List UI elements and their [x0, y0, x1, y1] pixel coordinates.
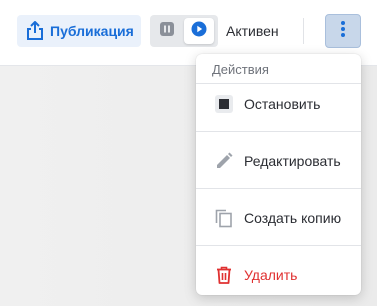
pause-button[interactable]	[156, 21, 178, 41]
menu-item-copy[interactable]: Создать копию	[196, 198, 361, 238]
menu-item-edit[interactable]: Редактировать	[196, 141, 361, 181]
actions-menu: Действия Остановить Редактировать Создат…	[196, 54, 361, 295]
play-button[interactable]	[184, 18, 214, 44]
toolbar-divider	[303, 18, 304, 44]
publish-label: Публикация	[50, 23, 134, 39]
trash-icon	[214, 265, 234, 285]
page: Публикация Активен Действия Остановить Р…	[0, 0, 377, 306]
menu-divider	[196, 245, 361, 246]
menu-item-delete[interactable]: Удалить	[196, 255, 361, 295]
menu-item-label: Остановить	[244, 96, 321, 112]
more-actions-button[interactable]	[325, 14, 361, 48]
menu-divider	[196, 131, 361, 132]
share-upload-icon	[26, 21, 44, 41]
menu-divider	[196, 188, 361, 189]
pause-icon	[159, 21, 175, 42]
copy-icon	[214, 208, 234, 228]
pencil-icon	[214, 151, 234, 171]
menu-item-label: Создать копию	[244, 210, 342, 226]
play-icon	[191, 21, 207, 42]
menu-item-label: Удалить	[244, 267, 298, 283]
publish-button[interactable]: Публикация	[17, 15, 141, 47]
status-label: Активен	[226, 23, 279, 39]
vertical-dots-icon	[340, 20, 346, 43]
menu-item-label: Редактировать	[244, 153, 341, 169]
menu-header: Действия	[212, 62, 269, 77]
run-state-toggle	[150, 15, 218, 47]
stop-icon	[214, 94, 234, 114]
menu-item-stop[interactable]: Остановить	[196, 84, 361, 124]
